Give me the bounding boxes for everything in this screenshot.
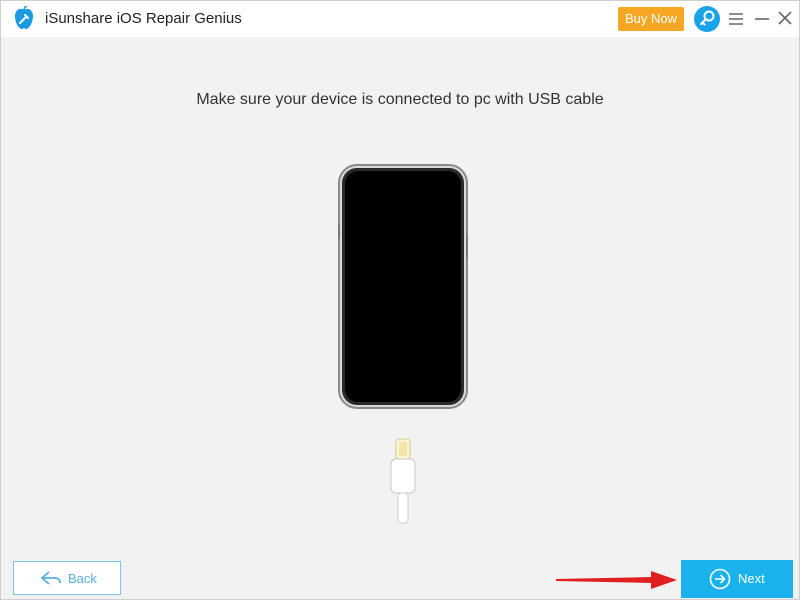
minimize-icon[interactable] (753, 10, 771, 28)
back-arrow-icon (41, 571, 61, 585)
key-button[interactable] (694, 6, 720, 32)
lightning-cable-icon (390, 438, 416, 524)
back-button-label: Back (68, 571, 97, 586)
app-window: iSunshare iOS Repair Genius Buy Now Make… (0, 0, 800, 600)
next-arrow-circle-icon (709, 568, 731, 590)
app-logo-icon (15, 6, 33, 29)
next-button-label: Next (738, 571, 765, 586)
key-icon (700, 10, 715, 26)
iphone-illustration-icon (338, 164, 468, 409)
buy-now-button[interactable]: Buy Now (618, 7, 684, 31)
next-button[interactable]: Next (681, 560, 793, 598)
close-icon[interactable] (776, 9, 794, 27)
app-title: iSunshare iOS Repair Genius (45, 10, 242, 27)
annotation-arrow-icon (556, 571, 677, 589)
back-button[interactable]: Back (13, 561, 121, 595)
menu-icon[interactable] (728, 10, 744, 28)
instruction-text: Make sure your device is connected to pc… (196, 91, 604, 108)
title-bar: iSunshare iOS Repair Genius Buy Now (1, 1, 799, 37)
